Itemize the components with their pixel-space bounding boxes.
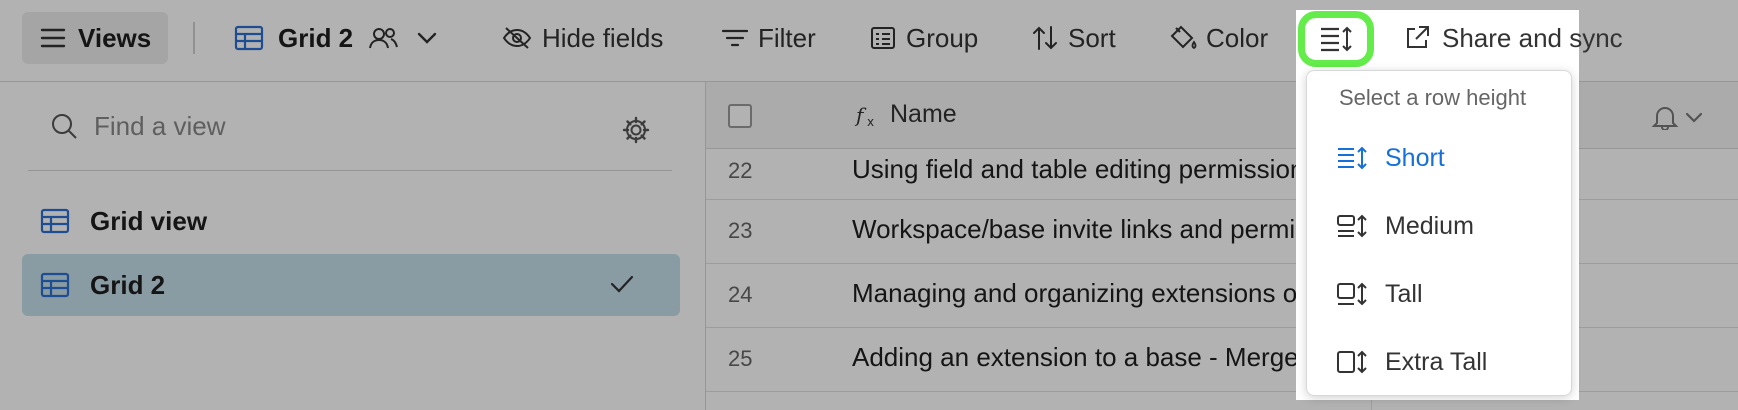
row-height-medium-icon <box>1337 214 1367 238</box>
option-label: Tall <box>1385 279 1423 308</box>
share-and-sync-button[interactable]: Share and sync <box>1404 12 1623 64</box>
external-link-icon <box>1407 26 1429 48</box>
row-height-menu: Select a row height Short Medium Tall Ex… <box>1306 70 1572 396</box>
row-height-option-extra-tall[interactable]: Extra Tall <box>1337 337 1487 387</box>
row-height-option-short[interactable]: Short <box>1337 133 1445 183</box>
row-height-option-tall[interactable]: Tall <box>1337 269 1423 319</box>
row-height-icon <box>1321 26 1352 52</box>
row-height-short-icon <box>1338 146 1367 170</box>
share-label: Share and sync <box>1442 22 1623 53</box>
row-height-button[interactable] <box>1298 11 1374 67</box>
menu-title: Select a row height <box>1339 85 1527 110</box>
option-label: Medium <box>1385 211 1474 240</box>
row-height-extra-tall-icon <box>1337 350 1367 374</box>
option-label: Short <box>1385 143 1445 172</box>
row-height-tall-icon <box>1337 282 1367 306</box>
row-height-option-medium[interactable]: Medium <box>1337 201 1474 251</box>
option-label: Extra Tall <box>1385 347 1488 376</box>
